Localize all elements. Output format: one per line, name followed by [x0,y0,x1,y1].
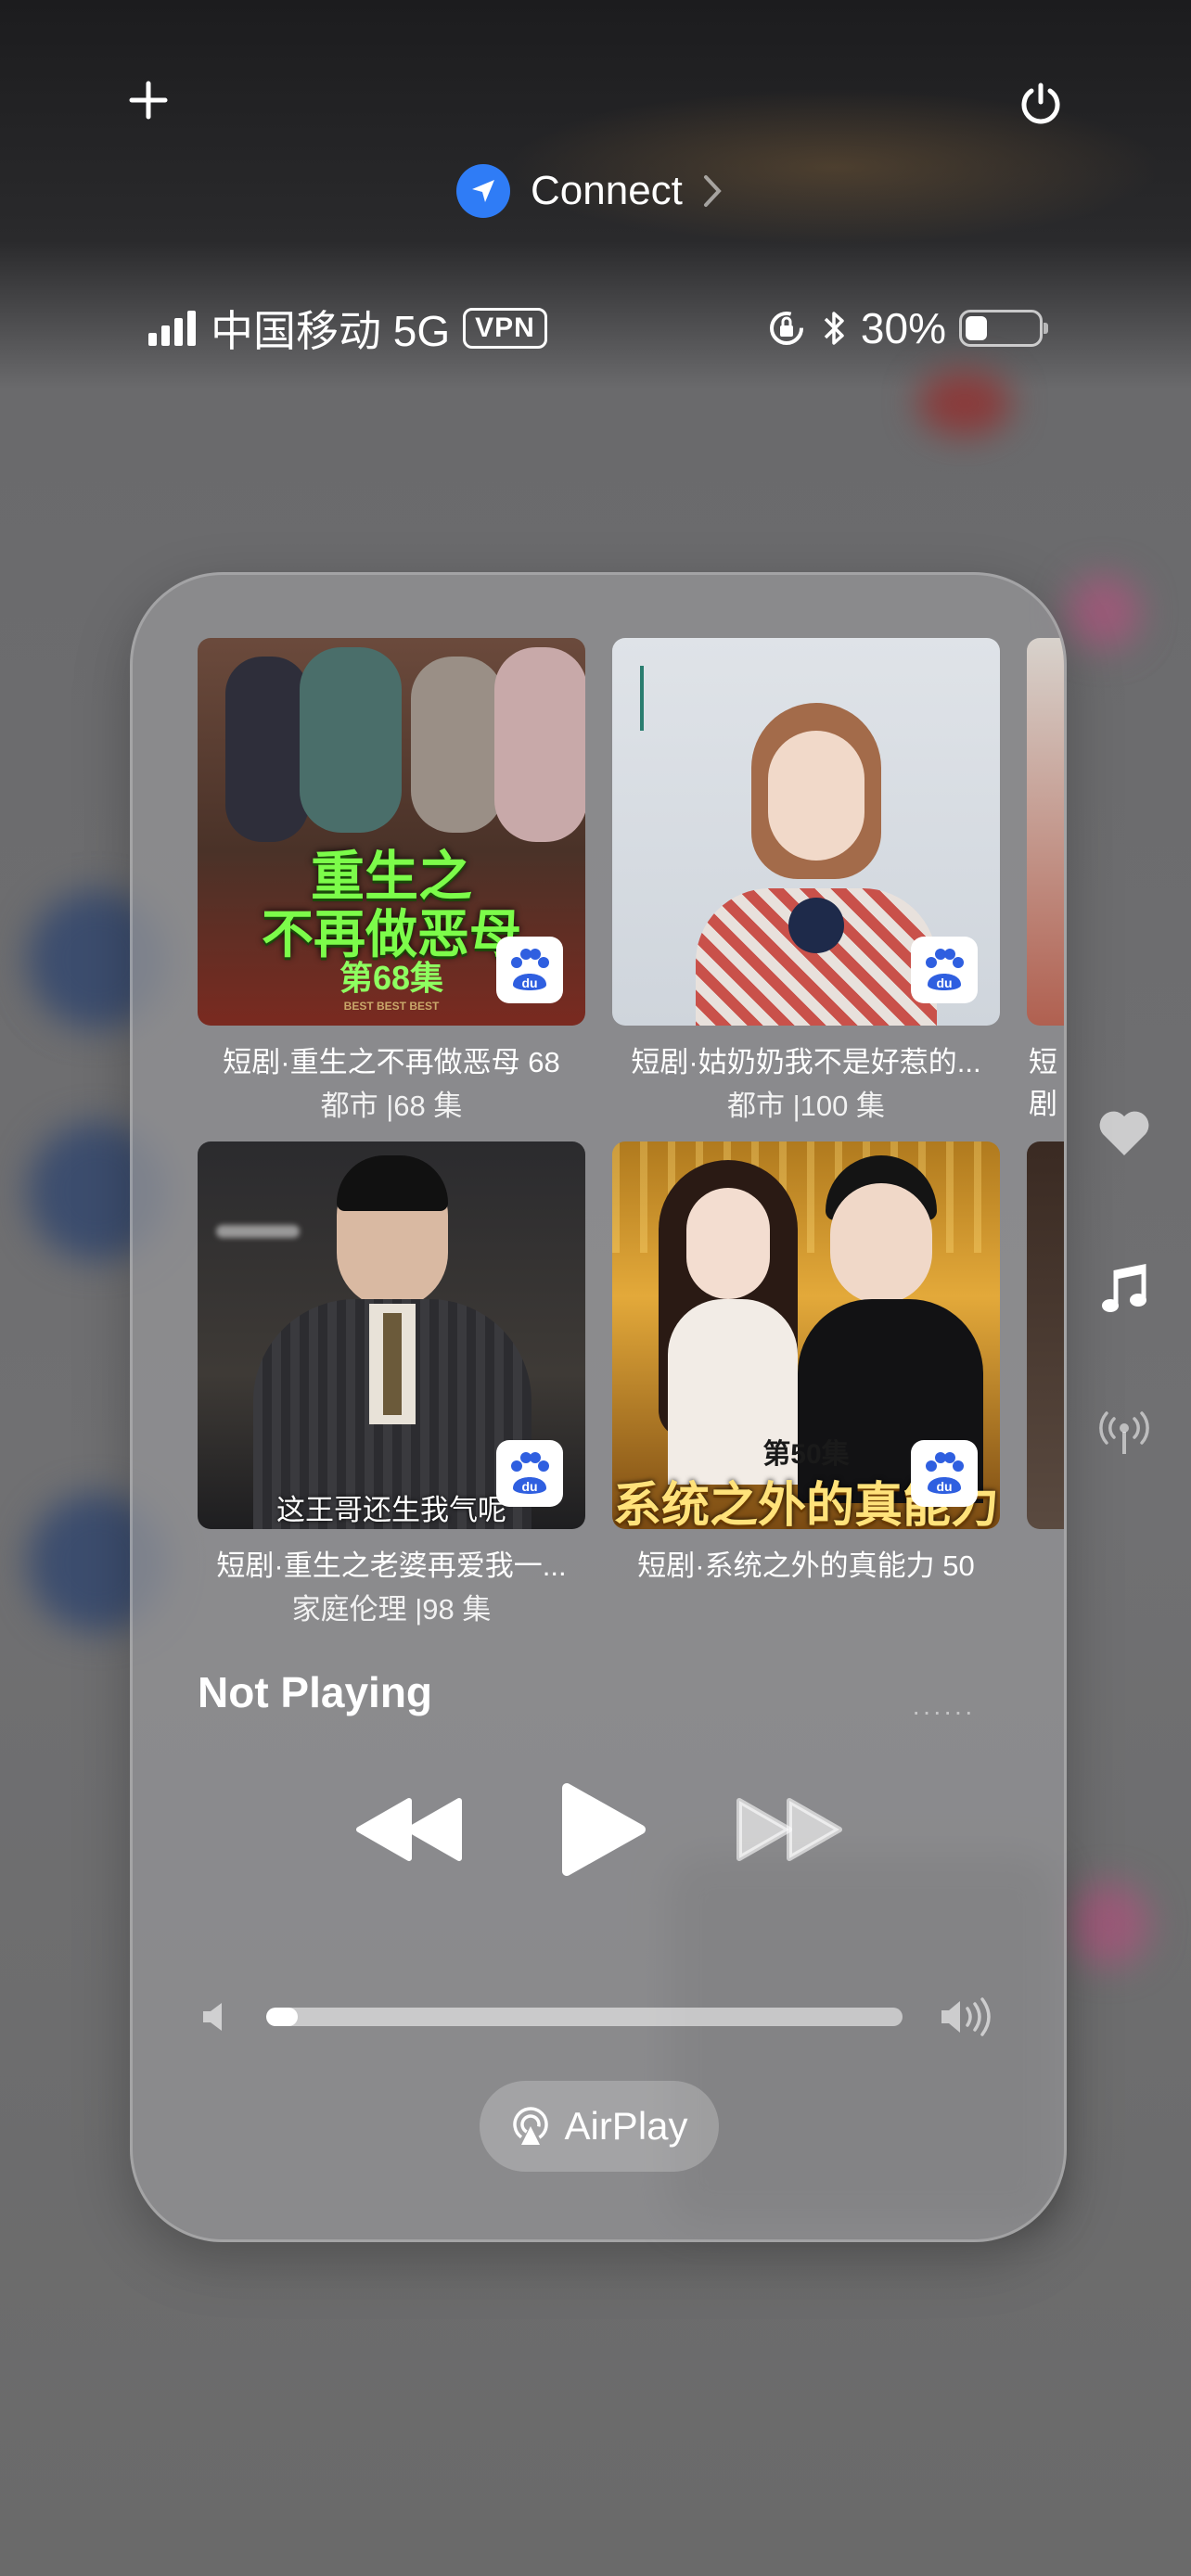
status-bar: 中国移动 5G VPN 30% [148,302,1048,355]
plus-icon [129,81,168,120]
airplay-label: AirPlay [564,2104,688,2148]
baidu-badge: du [496,1440,563,1507]
chevron-right-icon [703,175,722,207]
baidu-paw-icon: du [511,949,549,990]
media-card-peek[interactable] [1027,1141,1064,1529]
play-icon [562,1783,646,1876]
blurred-shape [918,371,1011,436]
blurred-shape [1067,1882,1150,1966]
media-thumbnail: 这王哥还生我气呢 du [198,1141,585,1529]
music-note-icon[interactable] [1101,1263,1147,1317]
svg-text:du: du [936,976,952,990]
media-thumbnail: du [612,638,1000,1026]
media-title: 短剧·姑奶奶我不是好惹的... [631,1046,981,1078]
broadcast-icon[interactable] [1097,1409,1151,1456]
media-thumbnail: 重生之 不再做恶母 第68集 BEST BEST BEST du [198,638,585,1026]
connect-button[interactable]: Connect [456,163,722,219]
battery-icon [959,310,1048,347]
media-card[interactable]: 第50集 系统之外的真能力 du 短剧·系统之外的真能力 50 [612,1141,1000,1584]
fast-forward-icon [736,1798,842,1861]
connect-label: Connect [531,168,683,213]
vpn-badge: VPN [463,308,547,349]
carrier-label: 中国移动 5G [211,307,451,355]
baidu-badge: du [496,937,563,1003]
baidu-paw-icon: du [926,949,964,990]
media-card[interactable]: 这王哥还生我气呢 du 短剧·重生之老婆再爱我一... 家庭伦理 |98 集 [198,1141,585,1627]
rotation-lock-icon [769,312,803,345]
cellular-signal-icon [148,311,196,346]
media-card[interactable]: 重生之 不再做恶母 第68集 BEST BEST BEST du 短剧·重生之不… [198,638,585,1124]
media-title: 短剧·重生之不再做恶母 68 [223,1046,560,1078]
baidu-paw-icon: du [926,1452,964,1494]
media-meta: 家庭伦理 |98 集 [291,1593,492,1626]
volume-slider-fill [266,2008,299,2026]
svg-text:du: du [521,1479,537,1494]
media-thumbnail: 第50集 系统之外的真能力 du [612,1141,1000,1529]
media-title: 短剧·重生之老婆再爱我一... [216,1549,567,1582]
previous-track-button[interactable] [355,1797,467,1867]
blurred-shape [1067,575,1141,649]
now-playing-title: Not Playing [198,1668,433,1716]
media-meta: 都市 |100 集 [726,1090,885,1122]
airplay-icon [513,2107,549,2145]
rewind-icon [356,1798,462,1861]
volume-high-icon [941,1997,991,2036]
volume-slider[interactable] [266,2008,903,2026]
power-button[interactable] [1018,82,1063,126]
next-track-button[interactable] [732,1797,843,1867]
play-button[interactable] [559,1780,648,1883]
location-icon [456,164,510,218]
media-card[interactable]: du 短剧·姑奶奶我不是好惹的... 都市 |100 集 [612,638,1000,1124]
power-icon [1021,83,1060,124]
heart-icon[interactable] [1097,1109,1151,1157]
baidu-badge: du [911,1440,978,1507]
baidu-badge: du [911,937,978,1003]
baidu-paw-icon: du [511,1452,549,1494]
media-title-peek: 短剧 [1029,1046,1057,1120]
bluetooth-icon [824,312,844,345]
airplay-button[interactable]: AirPlay [480,2081,719,2172]
media-card-peek[interactable] [1027,638,1064,1026]
media-meta: 都市 |68 集 [320,1090,463,1122]
svg-text:du: du [521,976,537,990]
battery-percentage: 30% [860,304,946,352]
add-button[interactable] [128,80,169,121]
now-playing-panel: 重生之 不再做恶母 第68集 BEST BEST BEST du 短剧·重生之不… [130,572,1067,2242]
more-options-button[interactable]: ······ [912,1697,975,1727]
volume-low-icon [203,2003,222,2031]
svg-text:du: du [936,1479,952,1494]
media-title: 短剧·系统之外的真能力 50 [637,1549,975,1582]
